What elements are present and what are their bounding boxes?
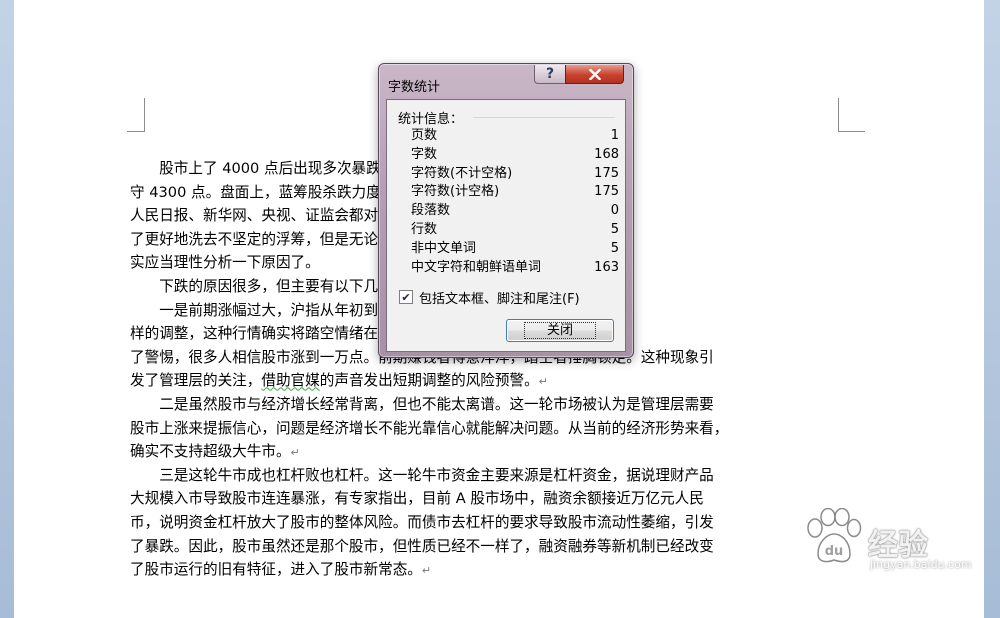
document-line[interactable]: 发了管理层的关注，借助官媒的声音发出短期调整的风险预警。↵ <box>130 369 842 393</box>
stats-list: 页数 1 字数 168 字符数(不计空格) 175 字符数(计空格) 175 段… <box>411 127 619 277</box>
watermark: du 经验 jingyan.baidu.com <box>800 508 972 578</box>
stat-row-words: 字数 168 <box>411 146 619 165</box>
close-dialog-button[interactable]: 关闭 <box>506 319 614 342</box>
help-button[interactable]: ? <box>534 65 566 84</box>
line-text: 了股市运行的旧有特征，进入了股市新常态。 <box>130 561 422 579</box>
paragraph-mark-icon: ↵ <box>538 375 548 389</box>
stat-label: 中文字符和朝鲜语单词 <box>411 259 542 275</box>
stat-value: 175 <box>594 165 619 181</box>
watermark-url: jingyan.baidu.com <box>870 558 972 571</box>
stat-label: 字符数(计空格) <box>411 184 500 200</box>
stat-label: 行数 <box>411 221 438 237</box>
crop-mark-top-left <box>127 98 145 132</box>
stat-value: 1 <box>610 128 619 143</box>
stat-label: 非中文单词 <box>411 240 477 256</box>
stat-value: 163 <box>594 259 619 275</box>
stat-value: 5 <box>610 221 619 237</box>
svg-text:du: du <box>825 544 844 559</box>
stat-row-paragraphs: 段落数 0 <box>411 202 619 221</box>
stat-row-pages: 页数 1 <box>411 127 619 146</box>
dialog-content: 统计信息： 页数 1 字数 168 字符数(不计空格) 175 字符数(计空格)… <box>386 99 626 352</box>
document-line[interactable]: 三是这轮牛市成也杠杆败也杠杆。这一轮牛市资金主要来源是杠杆资金，据说理财产品 <box>130 464 842 488</box>
window-background-right <box>984 0 1000 618</box>
document-line[interactable]: 币，说明资金杠杆放大了股市的整体风险。而债市去杠杆的要求导致股市流动性萎缩，引发 <box>130 511 842 535</box>
line-text: 了暴跌。因此，股市虽然还是那个股市，但性质已经不一样了，融资融券等新机制已经改变 <box>130 537 714 555</box>
stats-section-label: 统计信息： <box>398 112 464 127</box>
document-line[interactable]: 股市上涨来提振信心，问题是经济增长不能光靠信心就能解决问题。从当前的经济形势来看… <box>130 417 842 441</box>
stat-label: 页数 <box>411 128 438 143</box>
line-text: 股市上涨来提振信心，问题是经济增长不能光靠信心就能解决问题。从当前的经济形势来看… <box>130 419 729 437</box>
line-text: 实应当理性分析一下原因了。 <box>130 254 320 272</box>
document-line[interactable]: 了股市运行的旧有特征，进入了股市新常态。↵ <box>130 558 842 582</box>
stat-row-lines: 行数 5 <box>411 221 619 240</box>
close-button[interactable] <box>565 65 624 84</box>
stat-label: 字数 <box>411 146 438 162</box>
line-text: 三是这轮牛市成也杠杆败也杠杆。这一轮牛市资金主要来源是杠杆资金，据说理财产品 <box>159 466 714 484</box>
line-text: 二是虽然股市与经济增长经常背离，但也不能太离谱。这一轮市场被认为是管理层需要 <box>159 395 714 413</box>
stat-row-cjk-chars: 中文字符和朝鲜语单词 163 <box>411 259 619 278</box>
stat-label: 字符数(不计空格) <box>411 165 513 181</box>
stat-value: 175 <box>594 184 619 200</box>
stat-label: 段落数 <box>411 203 451 219</box>
document-line[interactable]: 确实不支持超级大牛市。↵ <box>130 440 842 464</box>
line-text: 大规模入市导致股市连连暴涨，有专家指出，目前 A 股市场中，融资余额接近万亿元人… <box>130 490 704 508</box>
baidu-paw-icon: du <box>807 508 862 563</box>
include-textboxes-option[interactable]: ✔ 包括文本框、脚注和尾注(F) <box>399 288 580 307</box>
crop-mark-top-right <box>838 98 865 132</box>
section-divider <box>473 117 615 118</box>
line-text: 的声音发出短期调整的风险预警。 <box>319 372 539 390</box>
dialog-title: 字数统计 <box>388 80 441 95</box>
close-icon <box>588 68 601 80</box>
window-background-left <box>0 0 14 618</box>
close-dialog-button-label: 关闭 <box>523 322 596 339</box>
checkmark-icon: ✔ <box>401 290 411 304</box>
line-text: 下跌的原因很多，但主要有以下几点： <box>159 277 408 295</box>
line-text: 币，说明资金杠杆放大了股市的整体风险。而债市去杠杆的要求导致股市流动性萎缩，引发 <box>130 513 714 531</box>
document-line[interactable]: 二是虽然股市与经济增长经常背离，但也不能太离谱。这一轮市场被认为是管理层需要 <box>130 393 842 417</box>
document-line[interactable]: 大规模入市导致股市连连暴涨，有专家指出，目前 A 股市场中，融资余额接近万亿元人… <box>130 487 842 511</box>
help-icon: ? <box>545 66 555 82</box>
line-text: 发了管理层的关注， <box>130 372 262 390</box>
paragraph-mark-icon: ↵ <box>421 564 432 578</box>
stat-value: 0 <box>610 203 619 219</box>
word-count-dialog[interactable]: 字数统计 ? 统计信息： 页数 1 字数 168 字符数(不计空格) 175 字… <box>378 63 634 358</box>
stat-row-chars-no-spaces: 字符数(不计空格) 175 <box>411 165 619 184</box>
document-line[interactable]: 了暴跌。因此，股市虽然还是那个股市，但性质已经不一样了，融资融券等新机制已经改变 <box>130 535 842 559</box>
stat-value: 5 <box>610 240 619 256</box>
stat-row-chars-with-spaces: 字符数(计空格) 175 <box>411 183 619 202</box>
paragraph-mark-icon: ↵ <box>290 446 300 460</box>
stat-value: 168 <box>594 146 619 162</box>
line-text: 确实不支持超级大牛市。 <box>130 443 291 461</box>
include-textboxes-label[interactable]: 包括文本框、脚注和尾注(F) <box>419 288 580 307</box>
grammar-flagged-text[interactable]: 借助官媒 <box>261 372 319 389</box>
stat-row-non-chinese-words: 非中文单词 5 <box>411 240 619 259</box>
include-textboxes-checkbox[interactable]: ✔ <box>399 290 413 304</box>
